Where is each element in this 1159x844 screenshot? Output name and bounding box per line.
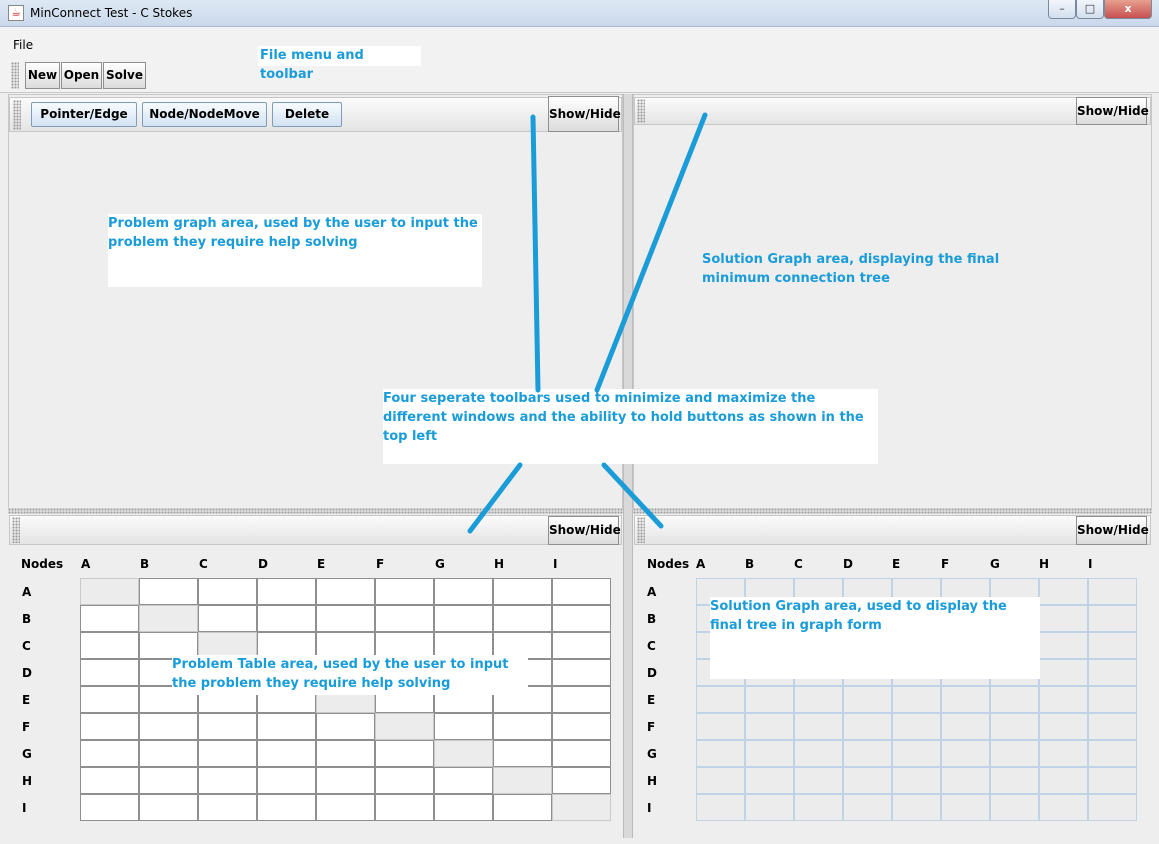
annotation-arrows [467, 112, 708, 534]
arrow-to-problem-table-toolbar [467, 462, 523, 534]
arrow-to-problem-toolbar [530, 114, 541, 393]
arrow-to-solution-table-toolbar [601, 462, 664, 529]
arrow-to-solution-toolbar [594, 112, 708, 393]
